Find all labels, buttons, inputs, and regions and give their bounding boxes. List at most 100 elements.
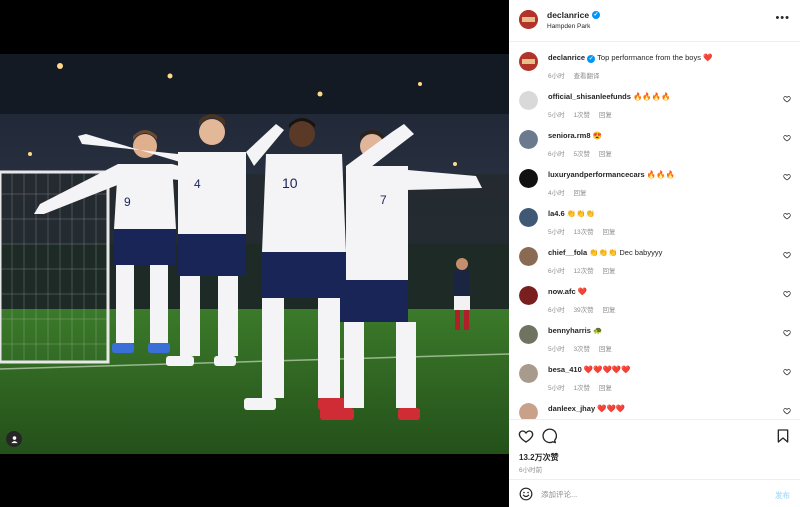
caption-username[interactable]: declanrice [548, 53, 585, 62]
comment-meta: 4小时 回复 [548, 187, 593, 197]
comment-likes[interactable]: 1次赞 [573, 385, 590, 392]
commenter-avatar[interactable] [519, 208, 538, 227]
commenter-avatar-image [519, 286, 538, 305]
comment-likes[interactable]: 13次赞 [573, 229, 593, 236]
commenter-avatar[interactable] [519, 364, 538, 383]
photo-illustration: 9 4 10 7 [0, 54, 509, 454]
reply-button[interactable]: 回复 [599, 151, 612, 158]
commenter-avatar-image [519, 247, 538, 266]
comment-body: 🐢 [593, 326, 603, 335]
comment-time[interactable]: 4小时 [548, 190, 565, 197]
commenter-avatar[interactable] [519, 247, 538, 266]
reply-button[interactable]: 回复 [599, 346, 612, 353]
comment-likes[interactable]: 1次赞 [573, 112, 590, 119]
comment-time[interactable]: 5小时 [548, 346, 565, 353]
comment-body: 👏👏👏 [566, 209, 595, 218]
comment-time[interactable]: 5小时 [548, 112, 565, 119]
post-photo[interactable]: 9 4 10 7 [0, 54, 509, 454]
like-heart-icon[interactable] [518, 428, 534, 444]
comment-time[interactable]: 5小时 [548, 229, 565, 236]
comment-username[interactable]: now.afc [548, 287, 576, 296]
comment-username[interactable]: la4.6 [548, 209, 565, 218]
like-comment-heart-icon[interactable] [783, 290, 791, 298]
tagged-people-button[interactable] [6, 431, 22, 447]
comment-item: danleex_jhay ❤️❤️❤️ [509, 399, 800, 419]
post-comment-button[interactable]: 发布 [775, 490, 790, 501]
comment-item: now.afc ❤️ 6小时 39次赞 回复 [509, 282, 800, 320]
more-options-button[interactable]: ••• [775, 13, 790, 24]
comment-likes[interactable]: 5次赞 [573, 151, 590, 158]
post-actions: 13.2万次赞 6小时前 发布 [509, 419, 800, 507]
comments-list[interactable]: declanrice ✓ Top performance from the bo… [509, 42, 800, 419]
author-avatar[interactable] [519, 52, 538, 71]
svg-text:4: 4 [194, 177, 201, 191]
like-comment-heart-icon[interactable] [783, 134, 791, 142]
comment-body: ❤️ [577, 287, 588, 296]
comment-meta: 5小时 3次赞 回复 [548, 343, 619, 353]
comment-username[interactable]: danleex_jhay [548, 404, 595, 413]
comment-username[interactable]: bennyharris [548, 326, 591, 335]
comment-time[interactable]: 6小时 [548, 151, 565, 158]
reply-button[interactable]: 回复 [602, 229, 615, 236]
comment-username[interactable]: seniora.rm8 [548, 131, 591, 140]
like-comment-heart-icon[interactable] [783, 212, 791, 220]
author-username[interactable]: declanrice [547, 10, 589, 20]
author-avatar[interactable] [519, 10, 538, 29]
like-comment-heart-icon[interactable] [783, 173, 791, 181]
likes-count[interactable]: 13.2万次赞 [519, 452, 559, 463]
comment-time[interactable]: 6小时 [548, 307, 565, 314]
emoji-icon[interactable] [519, 487, 533, 501]
commenter-avatar-image [519, 364, 538, 383]
author-username-row[interactable]: declanrice ✓ [547, 10, 601, 20]
caption-time[interactable]: 6小时 [548, 73, 565, 80]
comment-meta: 6小时 12次赞 回复 [548, 265, 622, 275]
reply-button[interactable]: 回复 [573, 190, 586, 197]
comment-username[interactable]: chief__fola [548, 248, 587, 257]
post-header: declanrice ✓ Hampden Park ••• [509, 0, 800, 42]
commenter-avatar[interactable] [519, 130, 538, 149]
comment-body: ❤️❤️❤️❤️❤️ [583, 365, 631, 374]
commenter-avatar-image [519, 91, 538, 110]
author-avatar-image [519, 10, 538, 29]
commenter-avatar[interactable] [519, 403, 538, 419]
comment-likes[interactable]: 12次赞 [573, 268, 593, 275]
commenter-avatar[interactable] [519, 91, 538, 110]
comment-text: chief__fola 👏👏👏 Dec babyyyy [548, 248, 776, 258]
comment-item: luxuryandperformancecars 🔥🔥🔥 4小时 回复 [509, 165, 800, 203]
comment-likes[interactable]: 3次赞 [573, 346, 590, 353]
commenter-avatar-image [519, 130, 538, 149]
instagram-post-viewer: 9 4 10 7 declanrice ✓ Hampden Park ••• d… [0, 0, 800, 507]
reply-button[interactable]: 回复 [599, 385, 612, 392]
like-comment-heart-icon[interactable] [783, 329, 791, 337]
commenter-avatar[interactable] [519, 286, 538, 305]
see-translation-link[interactable]: 查看翻译 [573, 73, 599, 80]
comment-input[interactable] [541, 486, 761, 502]
commenter-avatar[interactable] [519, 325, 538, 344]
like-comment-heart-icon[interactable] [783, 407, 791, 415]
comment-bubble-icon[interactable] [541, 428, 557, 444]
like-comment-heart-icon[interactable] [783, 251, 791, 259]
comment-text: la4.6 👏👏👏 [548, 209, 776, 219]
bookmark-icon[interactable] [775, 428, 791, 444]
comment-time[interactable]: 5小时 [548, 385, 565, 392]
reply-button[interactable]: 回复 [599, 112, 612, 119]
commenter-avatar[interactable] [519, 169, 538, 188]
like-comment-heart-icon[interactable] [783, 368, 791, 376]
comment-time[interactable]: 6小时 [548, 268, 565, 275]
post-location[interactable]: Hampden Park [547, 23, 590, 30]
comment-username[interactable]: luxuryandperformancecars [548, 170, 645, 179]
comment-body: 😍 [592, 131, 602, 140]
comment-item: bennyharris 🐢 5小时 3次赞 回复 [509, 321, 800, 359]
post-timestamp[interactable]: 6小时前 [519, 464, 542, 474]
comment-item: seniora.rm8 😍 6小时 5次赞 回复 [509, 126, 800, 164]
comment-text: danleex_jhay ❤️❤️❤️ [548, 404, 776, 414]
comment-username[interactable]: besa_410 [548, 365, 582, 374]
comment-item: la4.6 👏👏👏 5小时 13次赞 回复 [509, 204, 800, 242]
reply-button[interactable]: 回复 [602, 268, 615, 275]
reply-button[interactable]: 回复 [602, 307, 615, 314]
like-comment-heart-icon[interactable] [783, 95, 791, 103]
add-comment-bar: 发布 [509, 479, 800, 507]
comment-meta: 5小时 1次赞 回复 [548, 382, 619, 392]
comment-likes[interactable]: 39次赞 [573, 307, 593, 314]
comment-username[interactable]: official_shisanleefunds [548, 92, 631, 101]
